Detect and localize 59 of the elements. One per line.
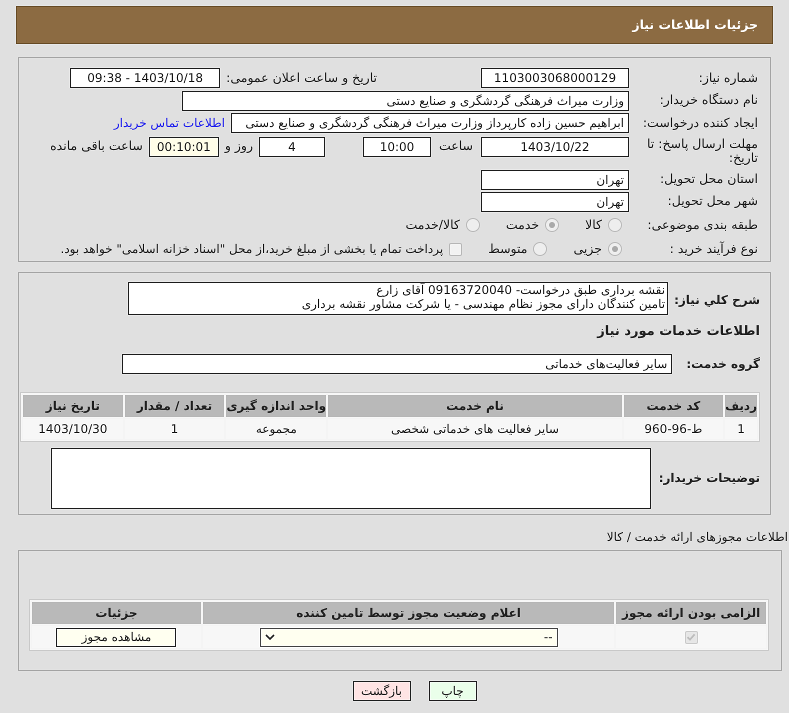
description-field[interactable]: نقشه برداری طبق درخواست- 09163720040 آقای زارع تامین کنندگان دارای مجوز نظام مهندسی - یا شرکت مشاور نقشه برداری xyxy=(128,282,668,315)
radio-button[interactable] xyxy=(608,218,622,232)
text-field[interactable]: سایر فعالیت‌های خدماتی xyxy=(122,354,672,374)
field-label: شرح کلي نياز: xyxy=(674,292,760,309)
notes-field[interactable] xyxy=(50,448,651,508)
text-field[interactable]: وزارت میراث فرهنگی گردشگری و صنایع دستی xyxy=(182,90,629,111)
field-label: طبقه بندی موضوعی: xyxy=(648,216,758,234)
back-button[interactable]: بازگشت xyxy=(352,681,410,701)
checkbox-label: پرداخت تمام یا بخشی از مبلغ خرید،از محل "اسناد خزانه اسلامی" خواهد بود. xyxy=(60,241,444,258)
text-field[interactable]: تهران xyxy=(481,192,629,212)
radio-button[interactable] xyxy=(608,242,622,256)
column-header: تاریخ نیاز xyxy=(23,394,123,416)
radio-label: متوسط xyxy=(488,240,528,258)
chevron-down-icon xyxy=(264,634,275,640)
radio-button[interactable] xyxy=(545,218,560,232)
text-field[interactable]: تهران xyxy=(481,170,629,190)
section-heading: اطلاعات خدمات مورد نیاز xyxy=(597,323,760,341)
radio-label: کالا/خدمت xyxy=(405,216,460,234)
field-label: نوع فرآیند خرید : xyxy=(668,240,758,258)
radio-label: خدمت xyxy=(506,216,540,234)
page-title: جزئیات اطلاعات نیاز xyxy=(632,16,758,34)
text-field[interactable]: 00:10:01 xyxy=(148,137,219,158)
radio-label: جزیی xyxy=(573,240,602,258)
status-dropdown[interactable]: -- xyxy=(260,628,558,646)
checkbox[interactable] xyxy=(684,630,698,644)
view-permit-button[interactable]: مشاهده مجوز xyxy=(56,628,176,646)
field-label: ایجاد کننده درخواست: xyxy=(642,114,758,132)
field-label: ساعت باقی مانده xyxy=(50,137,143,156)
text-field[interactable]: 4 xyxy=(258,137,325,158)
radio-button[interactable] xyxy=(533,242,548,256)
field-label: استان محل تحویل: xyxy=(658,170,758,188)
print-button[interactable]: چاپ xyxy=(428,681,476,701)
column-header: ردیف xyxy=(725,394,757,416)
contact-link[interactable]: اطلاعات تماس خریدار xyxy=(114,114,225,132)
radio-label: کالا xyxy=(585,216,602,234)
field-label: نام دستگاه خریدار: xyxy=(658,91,758,110)
field-label: ساعت xyxy=(438,137,473,156)
radio-button[interactable] xyxy=(466,218,480,232)
column-header: جزئیات xyxy=(32,602,201,624)
text-field[interactable]: ابراهیم حسین زاده کارپرداز وزارت میراث فرهنگی گردشگری و صنایع دستی xyxy=(231,113,629,134)
field-label: روز و xyxy=(224,137,253,156)
field-label: توضیحات خریدار: xyxy=(658,470,760,487)
text-field[interactable]: 1103003068000129 xyxy=(481,68,629,88)
column-header: واحد اندازه گیری xyxy=(226,394,326,416)
column-header: تعداد / مقدار xyxy=(124,394,224,416)
field-label: تاریخ و ساعت اعلان عمومی: xyxy=(226,68,377,87)
text-field[interactable]: 1403/10/18 - 09:38 xyxy=(70,68,220,88)
column-header: نام خدمت xyxy=(328,394,622,416)
field-label: گروه خدمت: xyxy=(686,356,760,372)
column-header: الزامی بودن ارائه مجوز xyxy=(616,602,766,624)
checkbox[interactable] xyxy=(449,242,462,256)
section-title: اطلاعات مجوزهای ارائه خدمت / کالا xyxy=(606,529,788,546)
field-label: شماره نیاز: xyxy=(698,68,758,87)
column-header: کد خدمت xyxy=(624,394,724,416)
column-header: اعلام وضعیت مجوز توسط تامین کننده xyxy=(202,602,614,624)
field-label: شهر محل تحویل: xyxy=(666,192,758,210)
text-field[interactable]: 10:00 xyxy=(362,137,431,158)
text-field[interactable]: 1403/10/22 xyxy=(481,137,629,158)
field-label: مهلت ارسال پاسخ: تا تاریخ: xyxy=(646,137,758,166)
